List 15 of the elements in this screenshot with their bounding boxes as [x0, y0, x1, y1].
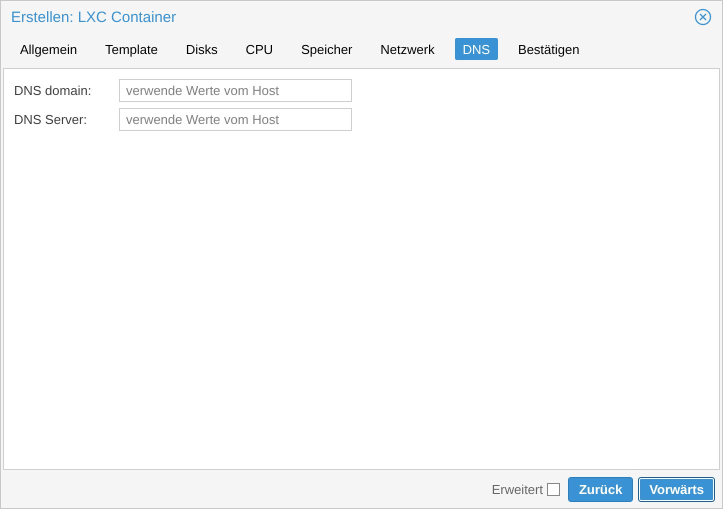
- window-title: Erstellen: LXC Container: [11, 8, 176, 26]
- field-label: DNS Server:: [14, 112, 88, 127]
- tab[interactable]: Speicher: [293, 38, 360, 60]
- advanced-checkbox[interactable]: [546, 482, 560, 496]
- tab[interactable]: Netzwerk: [372, 38, 443, 60]
- close-icon[interactable]: [694, 8, 712, 26]
- tab[interactable]: Bestätigen: [510, 38, 588, 60]
- field-label: DNS domain:: [14, 83, 92, 98]
- tab[interactable]: Disks: [178, 38, 226, 60]
- input-field[interactable]: verwende Werte vom Host: [119, 108, 352, 131]
- checkbox-label: Erweitert: [492, 482, 543, 496]
- tab[interactable]: CPU: [238, 38, 282, 60]
- tab[interactable]: Template: [97, 38, 166, 60]
- tab[interactable]: Allgemein: [12, 38, 86, 60]
- input-field[interactable]: verwende Werte vom Host: [119, 79, 352, 102]
